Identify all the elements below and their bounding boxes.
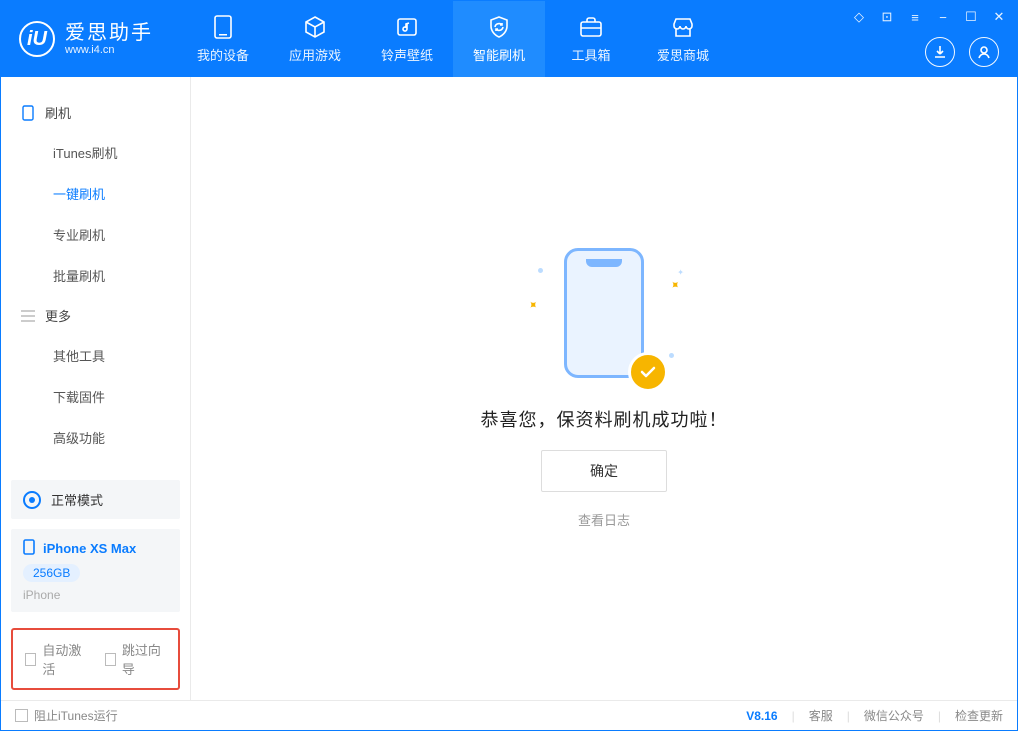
sidebar-item-advanced[interactable]: 高级功能 — [1, 417, 190, 458]
status-support-link[interactable]: 客服 — [809, 707, 833, 724]
tab-label: 工具箱 — [571, 45, 610, 64]
sparkle-icon: ✦ — [666, 276, 683, 293]
tab-label: 应用游戏 — [289, 45, 341, 64]
music-folder-icon — [395, 15, 419, 39]
version-label: V8.16 — [746, 709, 777, 723]
app-site: www.i4.cn — [65, 44, 153, 56]
app-name: 爱思助手 — [65, 22, 153, 44]
device-name-row: iPhone XS Max — [23, 539, 168, 558]
tab-store[interactable]: 爱思商城 — [637, 1, 729, 77]
window-controls: ◇ ⊡ ≡ − ☐ ✕ — [851, 9, 1007, 25]
checkbox-label: 阻止iTunes运行 — [34, 707, 118, 724]
separator: | — [792, 709, 795, 723]
cube-icon — [303, 15, 327, 39]
device-name: iPhone XS Max — [43, 541, 136, 556]
body: 刷机 iTunes刷机 一键刷机 专业刷机 批量刷机 更多 其他工具 下载固件 … — [1, 77, 1017, 700]
status-wechat-link[interactable]: 微信公众号 — [864, 707, 924, 724]
tab-ring[interactable]: 铃声壁纸 — [361, 1, 453, 77]
sidebar-item-itunes-flash[interactable]: iTunes刷机 — [1, 132, 190, 173]
device-icon — [211, 15, 235, 39]
logo-area[interactable]: iU 爱思助手 www.i4.cn — [1, 21, 171, 57]
device-panel: 正常模式 iPhone XS Max 256GB iPhone — [11, 480, 180, 612]
sparkle-icon: ✦ — [525, 296, 542, 313]
sidebar: 刷机 iTunes刷机 一键刷机 专业刷机 批量刷机 更多 其他工具 下载固件 … — [1, 77, 191, 700]
status-left: 阻止iTunes运行 — [15, 707, 118, 724]
notify-icon[interactable]: ⊡ — [879, 9, 895, 25]
sparkle-icon: ✦ — [677, 268, 684, 277]
separator: | — [938, 709, 941, 723]
checkbox-label: 自动激活 — [42, 640, 86, 678]
device-type: iPhone — [23, 588, 168, 602]
device-mode: 正常模式 — [51, 490, 103, 509]
checkbox-label: 跳过向导 — [122, 640, 166, 678]
tab-label: 爱思商城 — [657, 45, 709, 64]
phone-small-icon — [23, 539, 35, 558]
sparkle-icon — [538, 268, 543, 273]
tab-apps[interactable]: 应用游戏 — [269, 1, 361, 77]
phone-small-icon — [21, 106, 35, 120]
success-illustration: ✦ ✦ ✦ — [544, 248, 664, 388]
checkbox-icon — [25, 653, 36, 666]
toolbox-icon — [579, 15, 603, 39]
check-badge-icon — [628, 352, 668, 392]
tab-label: 我的设备 — [197, 45, 249, 64]
header-right-icons — [925, 37, 999, 67]
tab-flash[interactable]: 智能刷机 — [453, 1, 545, 77]
shield-refresh-icon — [487, 15, 511, 39]
logo-text: 爱思助手 www.i4.cn — [65, 22, 153, 56]
device-storage: 256GB — [23, 564, 80, 582]
maximize-button[interactable]: ☐ — [963, 9, 979, 25]
user-icon[interactable] — [969, 37, 999, 67]
store-icon — [671, 15, 695, 39]
tab-label: 智能刷机 — [473, 45, 525, 64]
section-title: 刷机 — [45, 103, 71, 122]
tab-label: 铃声壁纸 — [381, 45, 433, 64]
checkbox-auto-activate[interactable]: 自动激活 — [25, 640, 87, 678]
section-title: 更多 — [45, 306, 71, 325]
ok-button[interactable]: 确定 — [541, 450, 667, 492]
sidebar-item-onekey-flash[interactable]: 一键刷机 — [1, 173, 190, 214]
status-right: V8.16 | 客服 | 微信公众号 | 检查更新 — [746, 707, 1003, 724]
status-bar: 阻止iTunes运行 V8.16 | 客服 | 微信公众号 | 检查更新 — [1, 700, 1017, 730]
separator: | — [847, 709, 850, 723]
checkbox-icon — [15, 709, 28, 722]
sidebar-item-download-firmware[interactable]: 下载固件 — [1, 376, 190, 417]
logo-icon: iU — [19, 21, 55, 57]
view-log-link[interactable]: 查看日志 — [578, 510, 630, 529]
menu-icon[interactable]: ≡ — [907, 10, 923, 25]
device-box[interactable]: iPhone XS Max 256GB iPhone — [11, 529, 180, 612]
list-icon — [21, 309, 35, 323]
close-button[interactable]: ✕ — [991, 9, 1007, 25]
checkbox-icon — [105, 653, 116, 666]
tab-tools[interactable]: 工具箱 — [545, 1, 637, 77]
tab-device[interactable]: 我的设备 — [177, 1, 269, 77]
checkbox-block-itunes[interactable]: 阻止iTunes运行 — [15, 707, 118, 724]
minimize-button[interactable]: − — [935, 10, 951, 25]
tabs: 我的设备 应用游戏 铃声壁纸 智能刷机 工具箱 — [177, 1, 729, 77]
mode-dot-icon — [23, 491, 41, 509]
header: iU 爱思助手 www.i4.cn 我的设备 应用游戏 铃声壁纸 — [1, 1, 1017, 77]
download-icon[interactable] — [925, 37, 955, 67]
checkbox-skip-wizard[interactable]: 跳过向导 — [105, 640, 167, 678]
skin-icon[interactable]: ◇ — [851, 9, 867, 25]
sidebar-section-flash: 刷机 — [1, 93, 190, 132]
sidebar-item-pro-flash[interactable]: 专业刷机 — [1, 214, 190, 255]
sidebar-item-other-tools[interactable]: 其他工具 — [1, 335, 190, 376]
sidebar-section-more: 更多 — [1, 296, 190, 335]
status-update-link[interactable]: 检查更新 — [955, 707, 1003, 724]
success-message: 恭喜您，保资料刷机成功啦！ — [481, 406, 728, 432]
main-content: ✦ ✦ ✦ 恭喜您，保资料刷机成功啦！ 确定 查看日志 — [191, 77, 1017, 700]
sparkle-icon — [669, 353, 674, 358]
flash-options-highlight: 自动激活 跳过向导 — [11, 628, 180, 690]
device-mode-box[interactable]: 正常模式 — [11, 480, 180, 519]
sidebar-item-batch-flash[interactable]: 批量刷机 — [1, 255, 190, 296]
